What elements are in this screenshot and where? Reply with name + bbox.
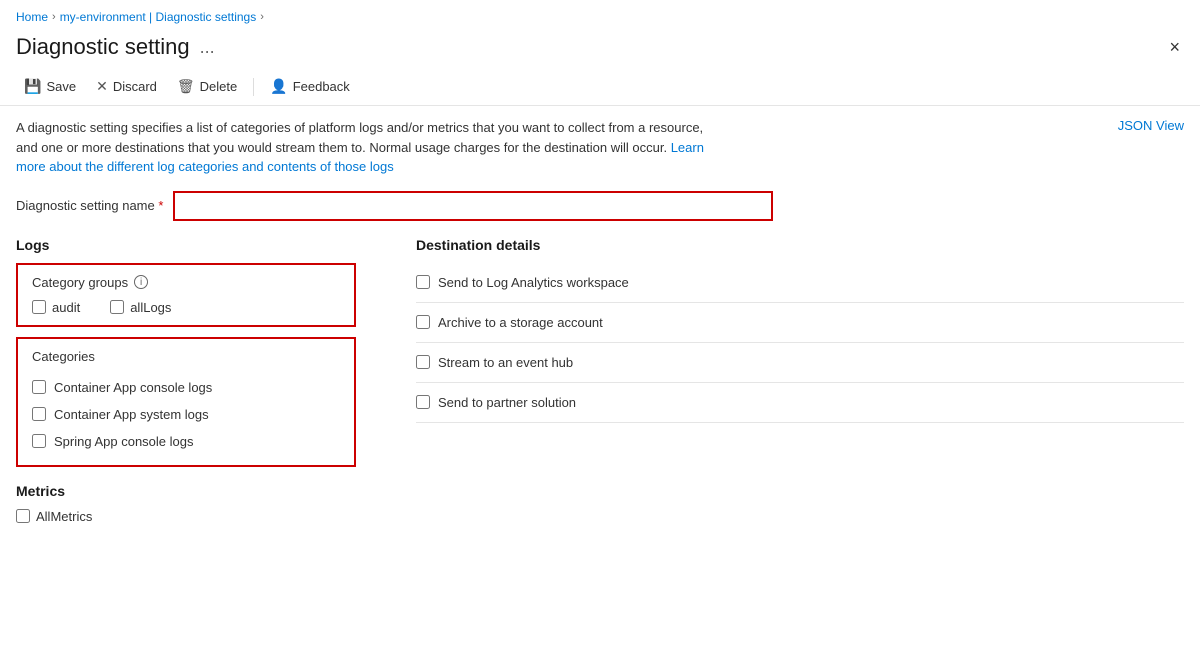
content-area: A diagnostic setting specifies a list of… xyxy=(0,106,1200,536)
destination-section: Destination details Send to Log Analytic… xyxy=(416,237,1184,423)
desc-text2: and one or more destinations that you wo… xyxy=(16,140,667,155)
save-label: Save xyxy=(46,79,76,94)
page-header: Diagnostic setting ... × xyxy=(0,30,1200,68)
setting-name-row: Diagnostic setting name * xyxy=(16,191,1184,221)
log-categories-link[interactable]: more about the different log categories … xyxy=(16,159,394,174)
alllogs-label[interactable]: allLogs xyxy=(130,300,171,315)
toolbar-separator xyxy=(253,78,254,96)
partner-solution-checkbox[interactable] xyxy=(416,395,430,409)
learn-more-link[interactable]: Learn xyxy=(671,140,704,155)
title-area: Diagnostic setting ... xyxy=(16,34,215,60)
container-app-system-logs-checkbox[interactable] xyxy=(32,407,46,421)
category-item-3: Spring App console logs xyxy=(32,428,340,455)
feedback-button[interactable]: 👤 Feedback xyxy=(262,74,358,99)
breadcrumb-home[interactable]: Home xyxy=(16,10,48,24)
destination-partner-solution: Send to partner solution xyxy=(416,383,1184,423)
description-row: A diagnostic setting specifies a list of… xyxy=(16,118,1184,177)
delete-button[interactable]: 🗑 Delete xyxy=(169,74,245,99)
discard-button[interactable]: ✕ Discard xyxy=(88,74,165,99)
required-star: * xyxy=(158,198,163,213)
categories-box: Categories Container App console logs Co… xyxy=(16,337,356,467)
all-metrics-checkbox[interactable] xyxy=(16,509,30,523)
logs-section: Logs Category groups i audit xyxy=(16,237,356,524)
all-metrics-label[interactable]: AllMetrics xyxy=(36,509,92,524)
discard-icon: ✕ xyxy=(96,78,108,95)
category-groups-label: Category groups xyxy=(32,275,128,290)
page-title: Diagnostic setting xyxy=(16,34,190,60)
setting-name-label: Diagnostic setting name * xyxy=(16,198,163,213)
audit-label[interactable]: audit xyxy=(52,300,80,315)
event-hub-label[interactable]: Stream to an event hub xyxy=(438,355,573,370)
destination-log-analytics: Send to Log Analytics workspace xyxy=(416,263,1184,303)
categories-title: Categories xyxy=(32,349,340,364)
feedback-label: Feedback xyxy=(293,79,350,94)
category-groups-title: Category groups i xyxy=(32,275,340,290)
alllogs-checkbox[interactable] xyxy=(110,300,124,314)
delete-icon: 🗑 xyxy=(177,78,195,95)
category-groups-box: Category groups i audit allLogs xyxy=(16,263,356,327)
metrics-section-header: Metrics xyxy=(16,483,356,499)
description-text: A diagnostic setting specifies a list of… xyxy=(16,118,704,177)
breadcrumb-environment[interactable]: my-environment | Diagnostic settings xyxy=(60,10,257,24)
close-button[interactable]: × xyxy=(1165,34,1184,60)
category-item-1: Container App console logs xyxy=(32,374,340,401)
feedback-icon: 👤 xyxy=(270,78,287,95)
spring-app-console-logs-checkbox[interactable] xyxy=(32,434,46,448)
container-app-system-logs-label[interactable]: Container App system logs xyxy=(54,407,209,422)
toolbar: 💾 Save ✕ Discard 🗑 Delete 👤 Feedback xyxy=(0,68,1200,106)
breadcrumb-sep1: › xyxy=(52,11,56,23)
destination-storage-account: Archive to a storage account xyxy=(416,303,1184,343)
logs-section-header: Logs xyxy=(16,237,356,253)
save-icon: 💾 xyxy=(24,78,41,95)
category-item-2: Container App system logs xyxy=(32,401,340,428)
category-groups-checkboxes: audit allLogs xyxy=(32,300,340,315)
breadcrumb: Home › my-environment | Diagnostic setti… xyxy=(0,0,1200,30)
json-view-link[interactable]: JSON View xyxy=(1118,118,1184,133)
delete-label: Delete xyxy=(200,79,238,94)
spring-app-console-logs-label[interactable]: Spring App console logs xyxy=(54,434,193,449)
category-groups-info-icon[interactable]: i xyxy=(134,275,148,289)
audit-checkbox[interactable] xyxy=(32,300,46,314)
two-column-layout: Logs Category groups i audit xyxy=(16,237,1184,524)
storage-account-label[interactable]: Archive to a storage account xyxy=(438,315,603,330)
alllogs-checkbox-item: allLogs xyxy=(110,300,171,315)
event-hub-checkbox[interactable] xyxy=(416,355,430,369)
container-app-console-logs-label[interactable]: Container App console logs xyxy=(54,380,212,395)
desc-text1: A diagnostic setting specifies a list of… xyxy=(16,120,703,135)
setting-name-input[interactable] xyxy=(173,191,773,221)
log-analytics-label[interactable]: Send to Log Analytics workspace xyxy=(438,275,629,290)
audit-checkbox-item: audit xyxy=(32,300,80,315)
partner-solution-label[interactable]: Send to partner solution xyxy=(438,395,576,410)
more-options-icon[interactable]: ... xyxy=(200,37,215,58)
destination-event-hub: Stream to an event hub xyxy=(416,343,1184,383)
page-container: Home › my-environment | Diagnostic setti… xyxy=(0,0,1200,536)
container-app-console-logs-checkbox[interactable] xyxy=(32,380,46,394)
save-button[interactable]: 💾 Save xyxy=(16,74,84,99)
storage-account-checkbox[interactable] xyxy=(416,315,430,329)
discard-label: Discard xyxy=(113,79,157,94)
log-analytics-checkbox[interactable] xyxy=(416,275,430,289)
destination-section-header: Destination details xyxy=(416,237,1184,253)
breadcrumb-sep2: › xyxy=(260,11,264,23)
all-metrics-checkbox-item: AllMetrics xyxy=(16,509,356,524)
metrics-section: Metrics AllMetrics xyxy=(16,483,356,524)
